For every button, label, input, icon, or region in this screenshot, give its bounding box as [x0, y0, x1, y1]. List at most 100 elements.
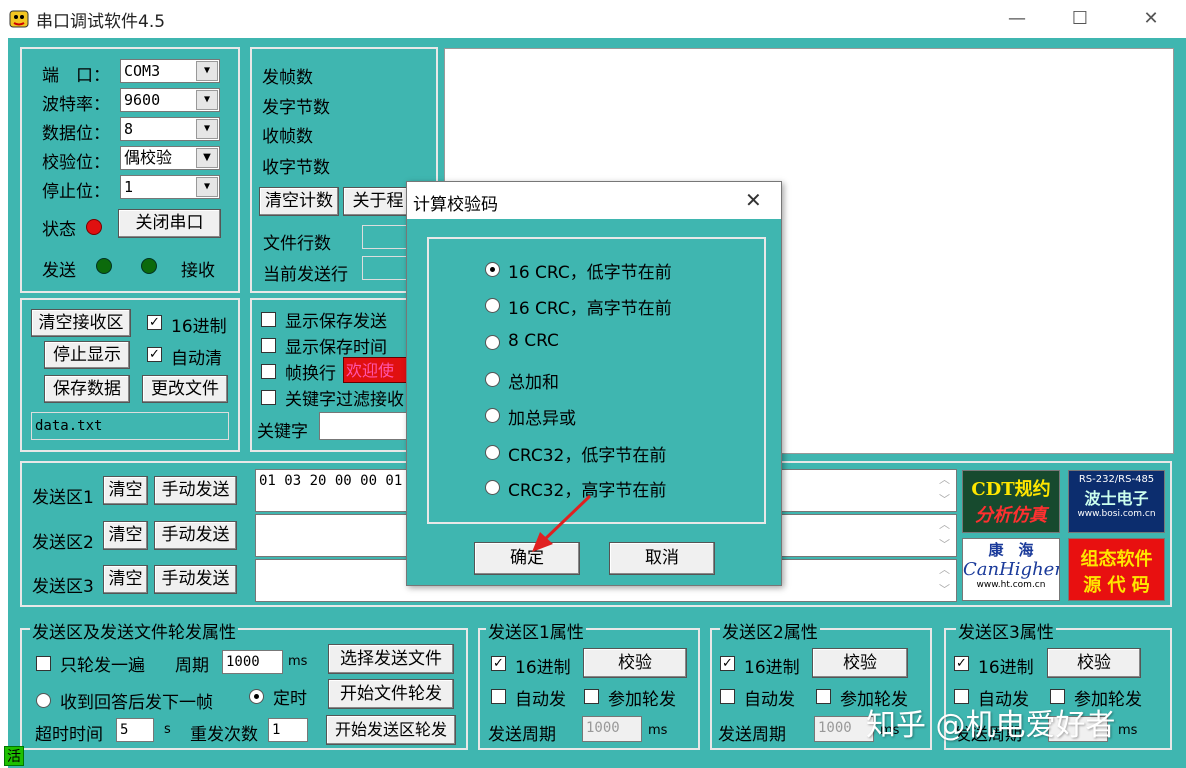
area1-auto-send-checkbox[interactable] — [491, 689, 506, 704]
recv-indicator-label: 接收 — [181, 261, 215, 281]
option-crc8-label: 8 CRC — [508, 331, 559, 351]
area2-check-button[interactable]: 校验 — [812, 648, 908, 678]
dropdown-arrow-icon[interactable]: ▼ — [196, 90, 218, 110]
cdt-ad-banner[interactable]: CDT规约 分析仿真 — [962, 470, 1060, 533]
canhigher-ad-cn: 康 海 — [988, 541, 1034, 559]
next-on-reply-label: 收到回答后发下一帧 — [60, 693, 213, 713]
clear-count-button[interactable]: 清空计数 — [259, 187, 339, 216]
bosi-ad-banner[interactable]: RS-232/RS-485 波士电子 www.bosi.com.cn — [1068, 470, 1165, 533]
area1-join-poll-checkbox[interactable] — [584, 689, 599, 704]
area2-period-input[interactable]: 1000 — [814, 716, 874, 742]
area1-period-input[interactable]: 1000 — [582, 716, 642, 742]
recv-led-icon — [141, 258, 157, 274]
area3-check-button[interactable]: 校验 — [1047, 648, 1141, 678]
dialog-close-icon[interactable]: ✕ — [745, 188, 762, 212]
cdt-ad-line2: 分析仿真 — [975, 505, 1047, 526]
keyword-filter-checkbox[interactable] — [261, 390, 276, 405]
stopbits-select[interactable]: 1 ▼ — [120, 175, 220, 199]
frame-newline-checkbox[interactable] — [261, 364, 276, 379]
frame-newline-label: 帧换行 — [285, 364, 336, 384]
sent-frames-label: 发帧数 — [262, 68, 313, 88]
send-area-1-manual-send-button[interactable]: 手动发送 — [154, 476, 237, 505]
area2-auto-send-checkbox[interactable] — [720, 689, 735, 704]
option-crc16-low-radio[interactable] — [485, 262, 500, 277]
port-select[interactable]: COM3 ▼ — [120, 59, 220, 83]
status-label: 状态 — [42, 220, 76, 240]
area2-hex-checkbox[interactable]: ✓ — [720, 656, 735, 671]
canhigher-ad-banner[interactable]: 康 海 CanHigher www.ht.com.cn — [962, 538, 1060, 601]
show-saved-send-checkbox[interactable] — [261, 312, 276, 327]
area1-check-button[interactable]: 校验 — [583, 648, 687, 678]
dialog-cancel-button[interactable]: 取消 — [609, 542, 715, 575]
about-button[interactable]: 关于程 — [343, 187, 413, 216]
baud-label: 波特率： — [42, 95, 110, 115]
option-xor-radio[interactable] — [485, 408, 500, 423]
area1-join-poll-label: 参加轮发 — [608, 690, 676, 710]
canhigher-ad-url: www.ht.com.cn — [976, 580, 1046, 590]
retry-input[interactable]: 1 — [268, 718, 308, 742]
send-area-1-scrollbar[interactable]: ︿ ﹀ — [933, 470, 956, 511]
auto-clear-checkbox[interactable]: ✓ — [147, 347, 162, 362]
databits-label: 数据位： — [42, 124, 110, 144]
baud-select[interactable]: 9600 ▼ — [120, 88, 220, 112]
stop-display-button[interactable]: 停止显示 — [44, 341, 130, 369]
send-area-3-scrollbar[interactable]: ︿ ﹀ — [933, 560, 956, 601]
dropdown-arrow-icon[interactable]: ▼ — [196, 177, 218, 197]
stopbits-label: 停止位： — [42, 182, 110, 202]
hex-receive-label: 16进制 — [171, 317, 227, 337]
auto-clear-label: 自动清 — [171, 349, 222, 369]
area1-auto-send-label: 自动发 — [515, 690, 566, 710]
start-area-poll-button[interactable]: 开始发送区轮发 — [326, 715, 456, 745]
send-area-2-manual-send-button[interactable]: 手动发送 — [154, 521, 237, 550]
parity-label: 校验位： — [42, 153, 110, 173]
area1-hex-label: 16进制 — [515, 658, 571, 678]
close-button[interactable]: ✕ — [1128, 4, 1174, 34]
save-data-button[interactable]: 保存数据 — [44, 375, 130, 403]
only-once-checkbox[interactable] — [36, 656, 51, 671]
area2-join-poll-checkbox[interactable] — [816, 689, 831, 704]
area1-period-label: 发送周期 — [488, 725, 556, 745]
app-icon — [9, 10, 29, 28]
start-file-poll-button[interactable]: 开始文件轮发 — [328, 679, 454, 709]
databits-select[interactable]: 8 ▼ — [120, 117, 220, 141]
send-area-2-clear-button[interactable]: 清空 — [103, 521, 148, 550]
dropdown-arrow-icon[interactable]: ▼ — [196, 119, 218, 139]
change-file-button[interactable]: 更改文件 — [142, 375, 228, 403]
dropdown-arrow-icon[interactable]: ▼ — [196, 61, 218, 81]
option-crc8-radio[interactable] — [485, 335, 500, 350]
show-saved-time-label: 显示保存时间 — [285, 338, 387, 358]
clear-receive-button[interactable]: 清空接收区 — [31, 309, 131, 337]
status-led-icon — [86, 219, 102, 235]
close-port-button[interactable]: 关闭串口 — [118, 209, 221, 238]
select-send-file-button[interactable]: 选择发送文件 — [328, 644, 454, 674]
bosi-ad-top: RS-232/RS-485 — [1078, 474, 1155, 485]
maximize-button[interactable]: ☐ — [1057, 4, 1103, 34]
annotation-arrow-icon — [532, 494, 592, 552]
send-area-1-clear-button[interactable]: 清空 — [103, 476, 148, 505]
option-crc16-high-radio[interactable] — [485, 298, 500, 313]
area3-hex-label: 16进制 — [978, 658, 1034, 678]
timed-radio[interactable] — [249, 689, 264, 704]
send-area-3-clear-button[interactable]: 清空 — [103, 565, 148, 594]
area3-period-unit: ms — [1118, 723, 1138, 738]
next-on-reply-radio[interactable] — [36, 693, 51, 708]
timeout-input[interactable]: 5 — [116, 718, 154, 742]
port-label: 端 口： — [42, 66, 110, 86]
cdt-ad-line1: CDT规约 — [971, 479, 1051, 500]
status-indicator: 活 — [4, 746, 24, 766]
area3-hex-checkbox[interactable]: ✓ — [954, 656, 969, 671]
parity-select[interactable]: 偶校验 ▼ — [120, 146, 220, 170]
keyword-input[interactable] — [319, 412, 409, 440]
option-crc32-low-radio[interactable] — [485, 445, 500, 460]
option-sum-radio[interactable] — [485, 372, 500, 387]
send-area-3-manual-send-button[interactable]: 手动发送 — [154, 565, 237, 594]
dropdown-arrow-icon[interactable]: ▼ — [196, 148, 218, 168]
send-area-2-scrollbar[interactable]: ︿ ﹀ — [933, 515, 956, 556]
hex-receive-checkbox[interactable]: ✓ — [147, 315, 162, 330]
minimize-button[interactable]: — — [994, 4, 1040, 34]
zutai-ad-banner[interactable]: 组态软件 源 代 码 — [1068, 538, 1165, 601]
option-crc32-high-radio[interactable] — [485, 480, 500, 495]
period-input[interactable]: 1000 — [222, 650, 283, 674]
area1-hex-checkbox[interactable]: ✓ — [491, 656, 506, 671]
show-saved-time-checkbox[interactable] — [261, 338, 276, 353]
